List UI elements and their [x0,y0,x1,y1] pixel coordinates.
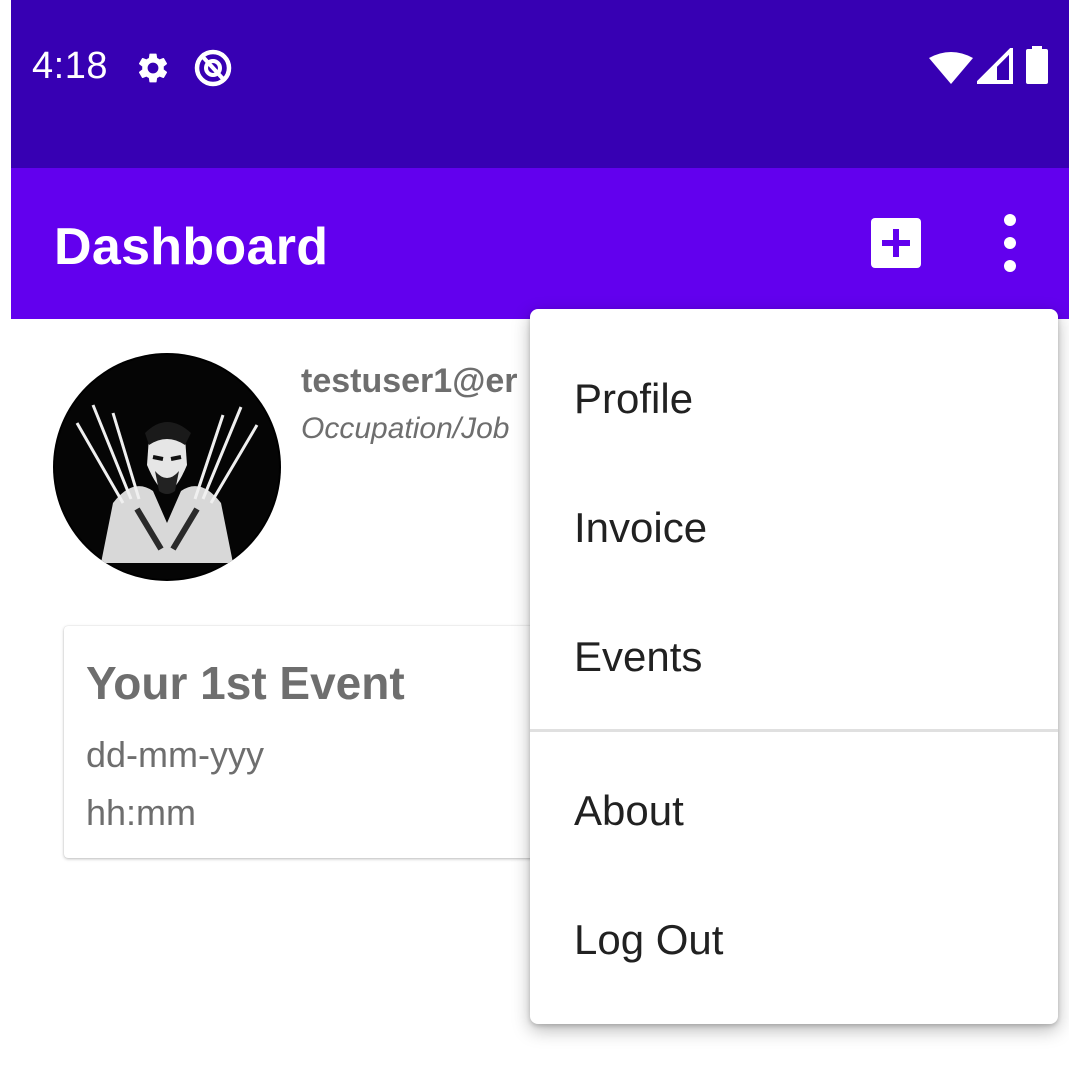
battery-icon [1026,46,1048,84]
menu-divider [530,729,1058,732]
do-not-disturb-icon [194,49,232,87]
menu-item-label: Invoice [574,504,708,551]
add-box-icon[interactable] [871,218,921,268]
menu-item-invoice[interactable]: Invoice [530,462,1058,591]
app-bar: Dashboard [11,168,1069,319]
app-screen: 4:18 Dashboard testuser1@er Occupation/J… [11,0,1069,1080]
event-card[interactable]: Your 1st Event dd-mm-yyy hh:mm [64,626,584,858]
menu-item-events[interactable]: Events [530,591,1058,720]
menu-item-label: Profile [574,375,694,422]
menu-item-profile[interactable]: Profile [530,333,1058,462]
cellular-signal-icon [977,48,1013,84]
menu-item-label: About [574,787,684,834]
event-time: hh:mm [86,792,197,833]
wifi-icon [929,52,973,84]
menu-item-about[interactable]: About [530,745,1058,874]
page-title: Dashboard [54,218,329,276]
event-date: dd-mm-yyy [86,734,264,775]
menu-item-label: Log Out [574,916,724,963]
more-vert-icon[interactable] [986,210,1034,276]
status-bar: 4:18 [11,0,1069,168]
avatar[interactable] [53,353,281,581]
user-email: testuser1@er [301,362,518,400]
profile-photo [55,355,279,579]
status-time: 4:18 [32,45,108,87]
event-title: Your 1st Event [86,657,405,709]
overflow-menu: Profile Invoice Events About Log Out [530,309,1058,1024]
menu-item-log-out[interactable]: Log Out [530,874,1058,1003]
user-occupation: Occupation/Job [301,412,510,445]
menu-item-label: Events [574,633,703,680]
gear-icon [138,53,168,83]
